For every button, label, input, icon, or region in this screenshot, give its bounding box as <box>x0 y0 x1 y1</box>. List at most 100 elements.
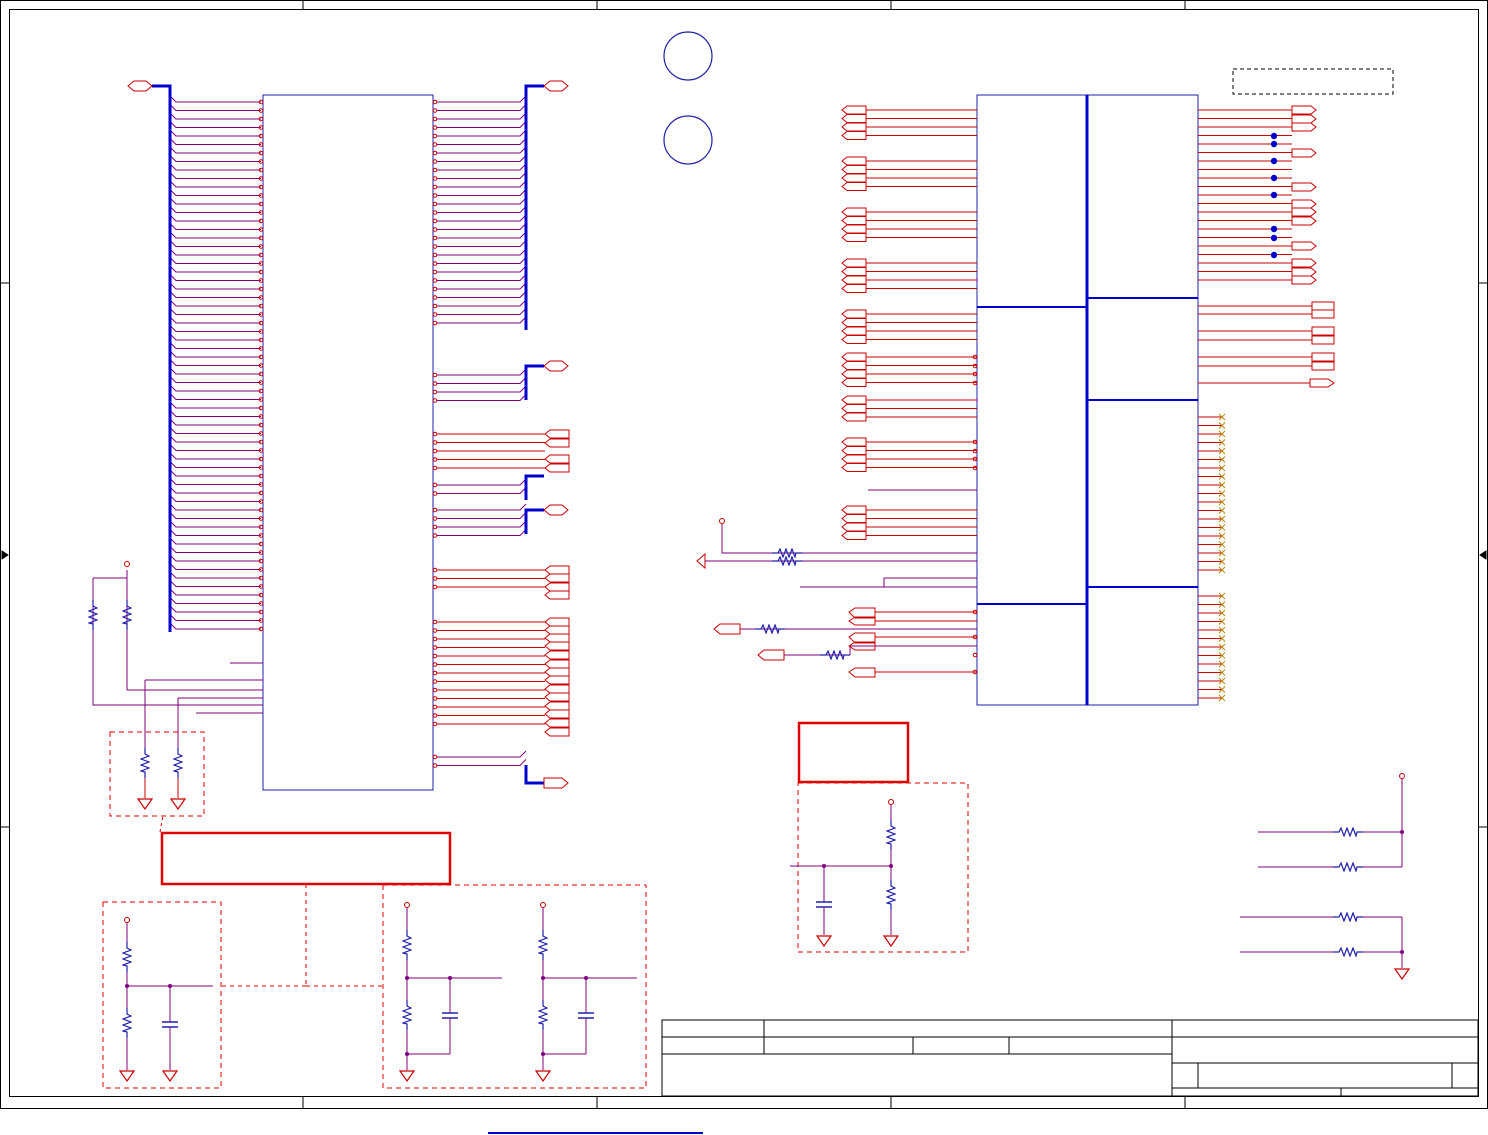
net-port-icon <box>841 361 867 370</box>
pin-wire <box>437 503 527 511</box>
left-ic-left-pins <box>169 95 264 632</box>
pin-wire <box>437 214 527 222</box>
pin-wire <box>437 385 527 393</box>
pin-wire <box>169 342 261 349</box>
junction-dot-icon <box>1270 140 1278 148</box>
pin-end <box>432 524 438 530</box>
pin-end <box>432 507 438 513</box>
pin-wire <box>169 554 261 562</box>
ground-icon <box>119 1070 135 1082</box>
pin-wire <box>169 529 261 536</box>
net-port-icon <box>544 582 570 592</box>
pin-wire <box>437 265 527 273</box>
net-port-icon <box>544 718 570 728</box>
pin-end <box>432 295 438 300</box>
net-port-icon <box>841 326 867 336</box>
pin-wire <box>169 214 261 222</box>
net-port-icon <box>841 404 867 413</box>
pin-end <box>432 218 438 224</box>
main-ic-left-group <box>127 80 570 791</box>
pin-end <box>432 576 438 581</box>
resistor-icon <box>538 930 548 960</box>
bus-right-3 <box>524 474 544 500</box>
pin-end <box>432 619 438 625</box>
net-port-icon <box>841 412 867 422</box>
net-port-icon <box>1311 301 1335 311</box>
junction-dot-icon <box>1270 251 1278 259</box>
net-port-icon <box>127 80 153 92</box>
resistor-icon <box>402 930 412 960</box>
divider-circuit-c <box>790 782 969 953</box>
pin-wire <box>169 503 261 511</box>
pin-end <box>432 116 438 122</box>
pin-wire <box>169 622 261 630</box>
right-ic-left-pins <box>841 105 978 675</box>
pin-wire <box>437 172 527 179</box>
pin-wire <box>169 104 261 111</box>
pin-wire <box>169 410 261 417</box>
net-port-icon <box>544 727 570 737</box>
net-port-icon <box>1311 335 1335 345</box>
pin-wire <box>437 197 527 205</box>
pin-end <box>432 167 438 173</box>
pin-wire <box>169 461 261 468</box>
right-ic-right-pins <box>1198 105 1335 388</box>
resistor-icon <box>402 1000 412 1030</box>
pin-end <box>432 269 438 275</box>
bus-right-4 <box>524 508 544 534</box>
net-port-icon <box>1311 352 1335 362</box>
pin-wire <box>437 146 527 154</box>
pin-wire <box>437 231 527 239</box>
pin-end <box>432 482 438 488</box>
net-port-icon <box>544 709 570 719</box>
pin-wire <box>437 104 527 111</box>
junction-dot-icon <box>1270 157 1278 165</box>
pin-wire <box>169 95 261 103</box>
junction-dot-icon <box>1270 234 1278 242</box>
pin-end <box>432 227 438 232</box>
pin-wire <box>169 469 261 477</box>
net-port-icon <box>544 573 570 583</box>
pin-wire <box>437 308 527 315</box>
net-port-icon <box>544 633 570 643</box>
pin-wire <box>437 377 527 384</box>
pin-end <box>432 457 438 462</box>
pin-wire <box>169 359 261 366</box>
pin-wire <box>437 299 527 307</box>
pin-end <box>432 584 438 590</box>
net-port-icon <box>841 522 867 532</box>
net-port-icon <box>1291 216 1317 226</box>
net-port-icon <box>544 675 570 685</box>
pin-end <box>432 516 438 521</box>
dashed-note-box <box>1232 68 1394 95</box>
pin-wire <box>437 759 527 766</box>
bus-right-5 <box>524 765 544 785</box>
divider-circuit-a <box>102 901 222 1089</box>
pin-wire <box>169 580 261 587</box>
pin-end <box>432 303 438 309</box>
resistor-icon <box>88 600 98 630</box>
pin-wire <box>169 197 261 205</box>
net-port-icon <box>1311 361 1335 371</box>
pin-end <box>432 125 438 130</box>
net-port-icon <box>544 590 570 600</box>
net-port-icon <box>1291 122 1317 132</box>
resistor-icon <box>122 600 132 630</box>
pin-wire <box>169 316 261 324</box>
pin-end <box>432 696 438 701</box>
pin-end <box>432 372 438 378</box>
pin-wire <box>169 546 261 553</box>
ground-icon <box>1394 968 1410 980</box>
pin-wire <box>437 257 527 264</box>
pin-wire <box>169 376 261 383</box>
pin-wire <box>169 206 261 213</box>
junction-dot-icon <box>1270 132 1278 140</box>
annotation-arrow <box>159 815 164 833</box>
pin-wire <box>169 563 261 570</box>
pull-resistor-network <box>1240 773 1405 968</box>
pin-wire <box>437 750 527 758</box>
resistor-icon <box>820 650 850 660</box>
pin-wire <box>169 537 261 545</box>
net-port-icon <box>544 438 570 448</box>
pin-wire <box>169 605 261 613</box>
